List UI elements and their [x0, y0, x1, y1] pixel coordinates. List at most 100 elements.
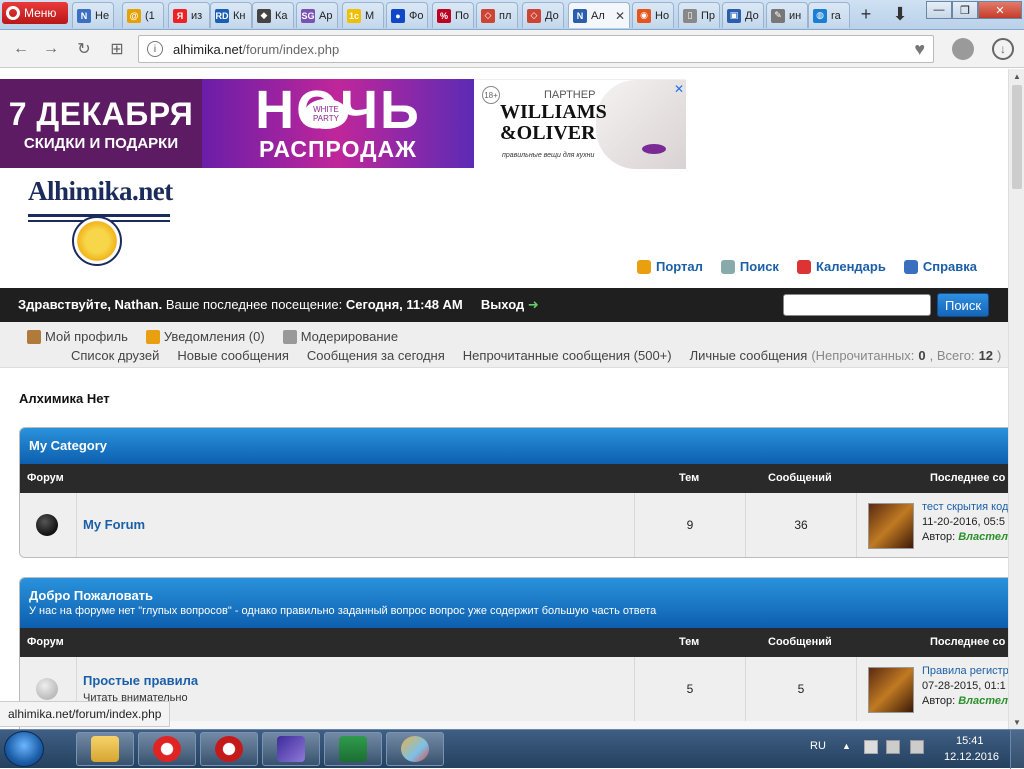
forum-row: My Forum 9 36 тест скрытия код 11-20-201…: [20, 493, 1008, 557]
tray-expand-icon[interactable]: ▲: [842, 741, 851, 751]
browser-tab[interactable]: ✎ ин: [766, 2, 808, 28]
language-indicator[interactable]: RU: [810, 740, 826, 752]
tab-label: До: [545, 9, 559, 22]
user-menu-link[interactable]: Список друзей: [71, 348, 159, 363]
taskbar-paint[interactable]: [386, 732, 444, 766]
tab-favicon-icon: ◇: [527, 8, 541, 23]
close-window-button[interactable]: ✕: [978, 1, 1022, 19]
logo-text: Alhimika.net: [28, 176, 173, 206]
sun-icon: [72, 216, 122, 266]
bookmark-heart-icon[interactable]: ♥: [914, 39, 925, 60]
minimize-button[interactable]: —: [926, 1, 952, 19]
tab-close-icon[interactable]: ✕: [615, 9, 625, 23]
scroll-up-icon[interactable]: ▲: [1009, 69, 1024, 83]
last-post-title[interactable]: Правила регистр: [922, 665, 1008, 677]
browser-tab[interactable]: ▣ До: [722, 2, 764, 28]
url-text: alhimika.net/forum/index.php: [173, 42, 339, 57]
browser-tab[interactable]: ◆ Ка: [252, 2, 294, 28]
category-header[interactable]: Добро Пожаловать У нас на форуме нет "гл…: [20, 578, 1008, 628]
top-link-3[interactable]: Календарь: [796, 259, 886, 274]
opera-menu-label: Меню: [24, 6, 57, 20]
arrow-right-icon: →: [43, 40, 59, 57]
reload-button[interactable]: ↻: [73, 38, 95, 60]
taskbar-explorer[interactable]: [76, 732, 134, 766]
author-name[interactable]: Властел: [958, 695, 1008, 707]
top-link-1[interactable]: Портал: [637, 259, 703, 274]
last-post-date: 11-20-2016, 05:5: [922, 516, 1005, 528]
browser-tab[interactable]: RD Кн: [210, 2, 252, 28]
post-count: 36: [794, 518, 808, 532]
browser-tab[interactable]: ◉ Но: [632, 2, 674, 28]
maximize-button[interactable]: ❐: [952, 1, 978, 19]
help-icon: [903, 259, 918, 274]
top-link-2[interactable]: Поиск: [720, 259, 779, 274]
network-icon[interactable]: [886, 740, 900, 754]
tab-favicon-icon: ▣: [727, 8, 741, 23]
banner-brand-panel: 18+ ПАРТНЕР WILLIAMS &OLIVER правильные в…: [474, 79, 686, 169]
browser-tab[interactable]: % По: [432, 2, 474, 28]
opera-menu-button[interactable]: Меню: [2, 2, 68, 24]
new-tab-button[interactable]: +: [852, 4, 880, 24]
back-button[interactable]: ←: [10, 38, 32, 60]
action-center-icon[interactable]: [864, 740, 878, 754]
user-menu-item[interactable]: Уведомления (0): [145, 329, 265, 344]
search-input[interactable]: [783, 294, 931, 316]
browser-tab[interactable]: ◍ ra: [808, 2, 850, 28]
scroll-down-icon[interactable]: ▼: [1009, 715, 1024, 729]
user-menu-link[interactable]: Сообщения за сегодня: [307, 348, 445, 363]
taskbar-editor[interactable]: [262, 732, 320, 766]
browser-tab[interactable]: ● Фо: [386, 2, 428, 28]
tab-label: Ка: [275, 9, 288, 22]
vpn-globe-icon[interactable]: [952, 38, 974, 60]
logout-link[interactable]: Выход: [481, 297, 524, 312]
author-label: Автор:: [922, 531, 956, 543]
monitor-icon[interactable]: [910, 740, 924, 754]
forum-link[interactable]: My Forum: [83, 517, 145, 532]
col-posts: Сообщений: [768, 472, 832, 484]
last-post-avatar[interactable]: [868, 667, 914, 713]
browser-tab[interactable]: 1c М: [342, 2, 384, 28]
url-input[interactable]: i alhimika.net/forum/index.php ♥: [138, 35, 934, 63]
download-icon[interactable]: ↓: [992, 38, 1014, 60]
excel-icon: [339, 736, 367, 762]
scroll-thumb[interactable]: [1012, 85, 1022, 189]
category-block: My Category Форум Тем Сообщений Последне…: [19, 427, 1008, 558]
user-menu-item[interactable]: Мой профиль: [27, 329, 128, 344]
pm-link[interactable]: Личные сообщения (Непрочитанных: 0 , Все…: [690, 348, 1002, 363]
speed-dial-button[interactable]: ⊞: [106, 38, 128, 60]
browser-tab[interactable]: N Не: [72, 2, 114, 28]
category-title: Добро Пожаловать: [29, 588, 154, 603]
ad-close-icon[interactable]: ✕: [674, 82, 684, 96]
last-post-title[interactable]: тест скрытия код: [922, 501, 1008, 513]
site-logo[interactable]: Alhimika.net: [28, 176, 174, 266]
taskbar-excel[interactable]: [324, 732, 382, 766]
browser-tab[interactable]: N Ал ✕: [568, 2, 630, 28]
browser-tab[interactable]: ▯ Пр: [678, 2, 720, 28]
browser-tab[interactable]: Яиз: [168, 2, 210, 28]
user-menu-link[interactable]: Непрочитанные сообщения (500+): [463, 348, 672, 363]
author-name[interactable]: Властел: [958, 531, 1008, 543]
start-button[interactable]: [4, 731, 44, 767]
site-info-icon[interactable]: i: [147, 41, 163, 57]
forward-button[interactable]: →: [40, 38, 62, 60]
last-post-avatar[interactable]: [868, 503, 914, 549]
clock-date[interactable]: 12.12.2016: [944, 751, 999, 763]
browser-tab[interactable]: SG Ар: [296, 2, 338, 28]
ad-banner[interactable]: 7 ДЕКАБРЯ СКИДКИ И ПОДАРКИ НОЧЬ WHITE PA…: [0, 79, 686, 169]
top-link-4[interactable]: Справка: [903, 259, 977, 274]
taskbar-opera-2[interactable]: [200, 732, 258, 766]
pm-label: Личные сообщения: [689, 348, 808, 363]
clock-time[interactable]: 15:41: [956, 735, 984, 747]
forum-link[interactable]: Простые правила: [83, 673, 198, 688]
user-menu-item[interactable]: Модерирование: [282, 329, 398, 344]
browser-tab[interactable]: ◇ До: [522, 2, 564, 28]
search-button[interactable]: Поиск: [937, 293, 989, 317]
taskbar-opera[interactable]: [138, 732, 196, 766]
browser-tab[interactable]: ◇ пл: [476, 2, 518, 28]
show-desktop-button[interactable]: [1010, 730, 1024, 769]
category-header[interactable]: My Category: [20, 428, 1008, 464]
vertical-scrollbar[interactable]: ▲ ▼: [1008, 69, 1024, 729]
tab-menu-button[interactable]: ⬇: [886, 4, 914, 24]
user-menu-link[interactable]: Новые сообщения: [177, 348, 289, 363]
browser-tab[interactable]: @ (1: [122, 2, 164, 28]
